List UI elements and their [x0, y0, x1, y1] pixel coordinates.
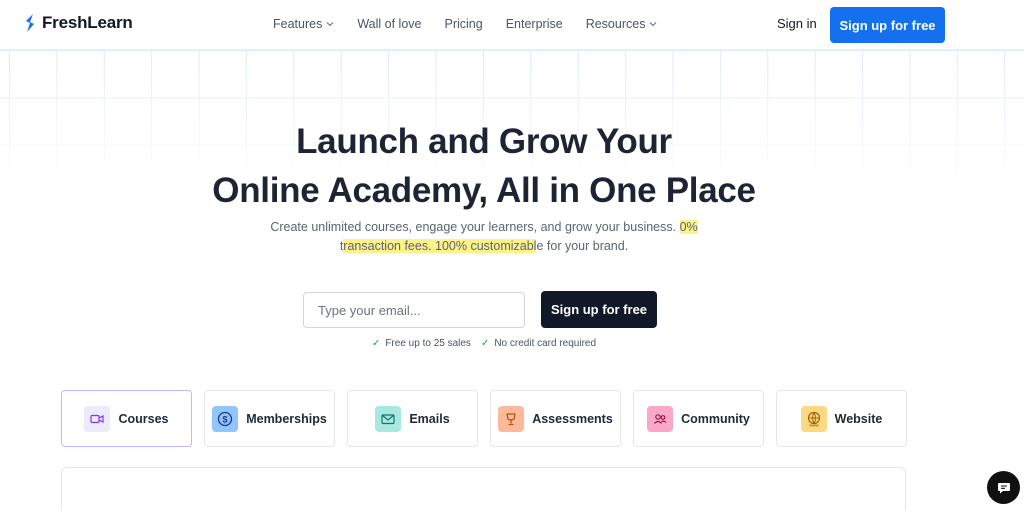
hero-subtitle: Create unlimited courses, engage your le… [0, 218, 968, 255]
perk-item: ✓ No credit card required [481, 338, 596, 349]
chevron-down-icon [326, 22, 334, 27]
nav-enterprise-label: Enterprise [505, 17, 563, 31]
nav-wall-of-love-label: Wall of love [357, 17, 422, 31]
perk-label: No credit card required [494, 338, 597, 349]
hero-title-line-2: Online Academy, All in One Place [212, 171, 756, 210]
header-sign-up-button[interactable]: Sign up for free [830, 7, 945, 43]
trophy-icon [498, 405, 525, 432]
brand-logo[interactable]: FreshLearn [24, 13, 133, 33]
tab-memberships[interactable]: $ Memberships [204, 390, 335, 447]
perk-label: Free up to 25 sales [385, 338, 471, 349]
check-icon: ✓ [371, 338, 381, 349]
sign-in-link[interactable]: Sign in [777, 16, 817, 31]
nav-resources[interactable]: Resources [586, 17, 658, 31]
hero-sub-highlight-2: ransaction fees. 100% customizabl [343, 238, 537, 253]
hero-title: Launch and Grow Your Online Academy, All… [0, 117, 968, 215]
svg-text:www: www [808, 422, 819, 427]
hero-sign-up-button[interactable]: Sign up for free [541, 291, 657, 328]
tab-website-label: Website [834, 411, 883, 426]
tab-memberships-label: Memberships [246, 411, 327, 426]
feature-preview-panel [61, 467, 906, 511]
chat-bubble-icon [997, 482, 1010, 493]
main-nav: Features Wall of love Pricing Enterprise… [273, 17, 657, 31]
tab-website[interactable]: www Website [776, 390, 907, 447]
people-icon [647, 405, 674, 432]
perks-list: ✓ Free up to 25 sales ✓ No credit card r… [0, 338, 968, 349]
tab-community-label: Community [681, 411, 750, 426]
nav-enterprise[interactable]: Enterprise [506, 17, 563, 31]
nav-pricing[interactable]: Pricing [445, 17, 483, 31]
globe-icon: www [800, 405, 827, 432]
chevron-down-icon [650, 22, 657, 27]
tab-courses[interactable]: Courses [61, 390, 192, 447]
hero-title-line-1: Launch and Grow Your [296, 122, 672, 161]
tab-assessments[interactable]: Assessments [490, 390, 621, 447]
svg-text:$: $ [223, 414, 228, 424]
nav-features-label: Features [273, 17, 323, 31]
hero-sub-highlight-1: 0% [679, 220, 698, 234]
tab-courses-label: Courses [118, 411, 169, 426]
dollar-coin-icon: $ [212, 405, 239, 432]
brand-name: FreshLearn [42, 13, 133, 32]
nav-wall-of-love[interactable]: Wall of love [357, 17, 421, 31]
nav-resources-label: Resources [585, 17, 646, 31]
feature-tabs: Courses $ Memberships Emails Assessments… [61, 390, 907, 447]
email-input[interactable] [303, 292, 525, 328]
mail-icon [375, 405, 402, 432]
hero-sub-text-1: Create unlimited courses, engage your le… [270, 220, 680, 234]
nav-features[interactable]: Features [273, 17, 334, 31]
tab-assessments-label: Assessments [532, 411, 613, 426]
chat-widget-button[interactable] [987, 471, 1020, 504]
site-header: FreshLearn Features Wall of love Pricing… [0, 0, 1024, 50]
tab-community[interactable]: Community [633, 390, 764, 447]
video-icon [84, 405, 111, 432]
hero-sub-text-3: e for your brand. [536, 238, 629, 253]
tab-emails[interactable]: Emails [347, 390, 478, 447]
tab-emails-label: Emails [409, 411, 450, 426]
check-icon: ✓ [480, 338, 490, 349]
freshlearn-logo-icon [26, 14, 34, 32]
perk-item: ✓ Free up to 25 sales [372, 338, 471, 349]
nav-pricing-label: Pricing [444, 17, 483, 31]
